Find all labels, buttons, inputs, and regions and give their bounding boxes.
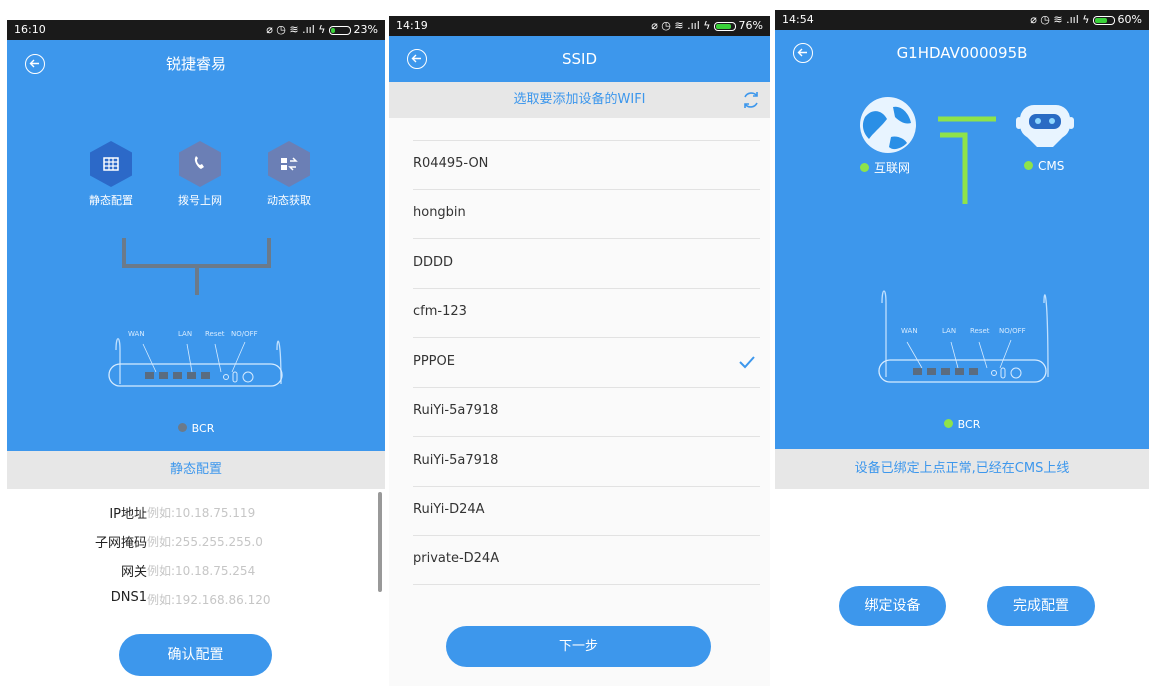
wifi-subtitle-bar: 选取要添加设备的WIFI bbox=[389, 82, 770, 118]
static-config-screen: 16:10 ⌀ ◷ ≋ .ııl ϟ 23% 锐捷睿易 静态配置 拨号上网 动态… bbox=[7, 20, 385, 686]
cms-status: CMS bbox=[1024, 159, 1064, 173]
power-port-label: NO/OFF bbox=[999, 327, 1026, 335]
wifi-item[interactable]: RuiYi-5a7918 bbox=[413, 388, 760, 437]
title-bar: G1HDAV000095B bbox=[775, 30, 1149, 77]
back-button[interactable] bbox=[25, 54, 45, 74]
ip-address-field[interactable]: IP地址 例如:10.18.75.119 bbox=[7, 497, 385, 526]
checkmark-icon bbox=[739, 356, 755, 369]
refresh-icon[interactable] bbox=[740, 89, 762, 111]
reset-port-label: Reset bbox=[970, 327, 990, 335]
page-title: 锐捷睿易 bbox=[165, 55, 226, 73]
wifi-item-selected[interactable]: PPPOE bbox=[413, 339, 760, 388]
page-title: SSID bbox=[561, 50, 598, 68]
status-bar: 14:54 ⌀ ◷ ≋ .ııl ϟ 60% bbox=[775, 10, 1149, 30]
battery-level: 60% bbox=[1117, 13, 1142, 26]
battery-icon bbox=[713, 21, 736, 31]
back-arrow-icon bbox=[411, 54, 421, 63]
status-time: 16:10 bbox=[14, 23, 46, 36]
finish-config-button[interactable]: 完成配置 bbox=[987, 586, 1095, 626]
dns1-field[interactable]: DNS1 例如:192.168.86.120 bbox=[7, 584, 385, 613]
connection-panel: 互联网 CMS WAN LAN Reset NO/OFF BCR bbox=[775, 77, 1149, 449]
battery-icon bbox=[328, 25, 351, 35]
scrollbar[interactable] bbox=[378, 492, 382, 592]
wifi-item[interactable]: RuiYi-D24A bbox=[413, 487, 760, 536]
back-button[interactable] bbox=[793, 43, 813, 63]
section-title: 静态配置 bbox=[7, 451, 385, 489]
gateway-label: 网关 bbox=[120, 565, 147, 580]
battery-icon bbox=[1092, 15, 1115, 25]
battery-level: 76% bbox=[738, 19, 763, 32]
status-time: 14:19 bbox=[396, 19, 428, 32]
reset-port-label: Reset bbox=[205, 330, 225, 338]
subnet-mask-field[interactable]: 子网掩码 例如:255.255.255.0 bbox=[7, 526, 385, 555]
cms-label: CMS bbox=[1038, 159, 1065, 173]
status-bar: 16:10 ⌀ ◷ ≋ .ııl ϟ 23% bbox=[7, 20, 385, 40]
battery-level: 23% bbox=[353, 23, 378, 36]
device-status: BCR bbox=[7, 422, 385, 435]
dns1-label: DNS1 bbox=[110, 590, 147, 605]
back-button[interactable] bbox=[407, 49, 427, 69]
network-mode-panel: 静态配置 拨号上网 动态获取 WAN LAN Reset NO/OFF BCR bbox=[7, 89, 385, 451]
wan-port-label: WAN bbox=[128, 330, 145, 338]
binding-status-screen: 14:54 ⌀ ◷ ≋ .ııl ϟ 60% G1HDAV000095B 互联网… bbox=[775, 10, 1149, 686]
lan-port-label: LAN bbox=[942, 327, 957, 335]
ip-address-input[interactable]: 例如:10.18.75.119 bbox=[147, 504, 255, 521]
wifi-item[interactable]: private-D24A bbox=[413, 536, 760, 585]
wifi-item[interactable]: RuiYi-5a7918 bbox=[413, 438, 760, 487]
wan-port-label: WAN bbox=[901, 327, 918, 335]
signal-icon: ⌀ ◷ ≋ .ııl ϟ bbox=[266, 23, 326, 36]
device-status: BCR bbox=[775, 418, 1149, 431]
wifi-item[interactable]: R04495-ON bbox=[413, 141, 760, 190]
subnet-mask-input[interactable]: 例如:255.255.255.0 bbox=[147, 533, 263, 550]
device-label: BCR bbox=[957, 418, 981, 431]
bind-device-button[interactable]: 绑定设备 bbox=[839, 586, 946, 626]
offline-dot bbox=[177, 423, 187, 432]
internet-label: 互联网 bbox=[874, 161, 911, 175]
next-step-button[interactable]: 下一步 bbox=[446, 626, 711, 667]
gateway-field[interactable]: 网关 例如:10.18.75.254 bbox=[7, 555, 385, 584]
ssid-select-screen: 14:19 ⌀ ◷ ≋ .ııl ϟ 76% SSID 选取要添加设备的WIFI… bbox=[389, 16, 770, 686]
connection-diagram bbox=[860, 97, 1074, 383]
lan-port-label: LAN bbox=[178, 330, 193, 338]
wifi-item[interactable]: hongbin bbox=[413, 190, 760, 239]
wifi-subtitle: 选取要添加设备的WIFI bbox=[513, 92, 646, 107]
device-label: BCR bbox=[191, 422, 215, 435]
online-dot bbox=[860, 163, 869, 172]
confirm-config-button[interactable]: 确认配置 bbox=[119, 634, 272, 676]
binding-status-message: 设备已绑定上点正常,已经在CMS上线 bbox=[775, 449, 1149, 489]
title-bar: 锐捷睿易 bbox=[7, 40, 385, 89]
gateway-input[interactable]: 例如:10.18.75.254 bbox=[147, 562, 255, 579]
online-dot bbox=[943, 419, 953, 428]
ip-address-label: IP地址 bbox=[109, 507, 147, 522]
internet-status: 互联网 bbox=[860, 159, 910, 176]
power-port-label: NO/OFF bbox=[231, 330, 258, 338]
status-bar: 14:19 ⌀ ◷ ≋ .ııl ϟ 76% bbox=[389, 16, 770, 36]
dns1-input[interactable]: 例如:192.168.86.120 bbox=[147, 591, 270, 608]
signal-icon: ⌀ ◷ ≋ .ııl ϟ bbox=[651, 19, 711, 32]
router-diagram bbox=[108, 238, 283, 387]
title-bar: SSID bbox=[389, 36, 770, 82]
page-title: G1HDAV000095B bbox=[896, 44, 1028, 62]
wifi-item[interactable]: DDDD bbox=[413, 240, 760, 289]
online-dot bbox=[1024, 161, 1033, 170]
back-arrow-icon bbox=[29, 59, 39, 68]
status-time: 14:54 bbox=[782, 13, 814, 26]
signal-icon: ⌀ ◷ ≋ .ııl ϟ bbox=[1030, 13, 1090, 26]
back-arrow-icon bbox=[797, 48, 807, 57]
wifi-item[interactable]: cfm-123 bbox=[413, 289, 760, 338]
subnet-mask-label: 子网掩码 bbox=[94, 536, 147, 551]
